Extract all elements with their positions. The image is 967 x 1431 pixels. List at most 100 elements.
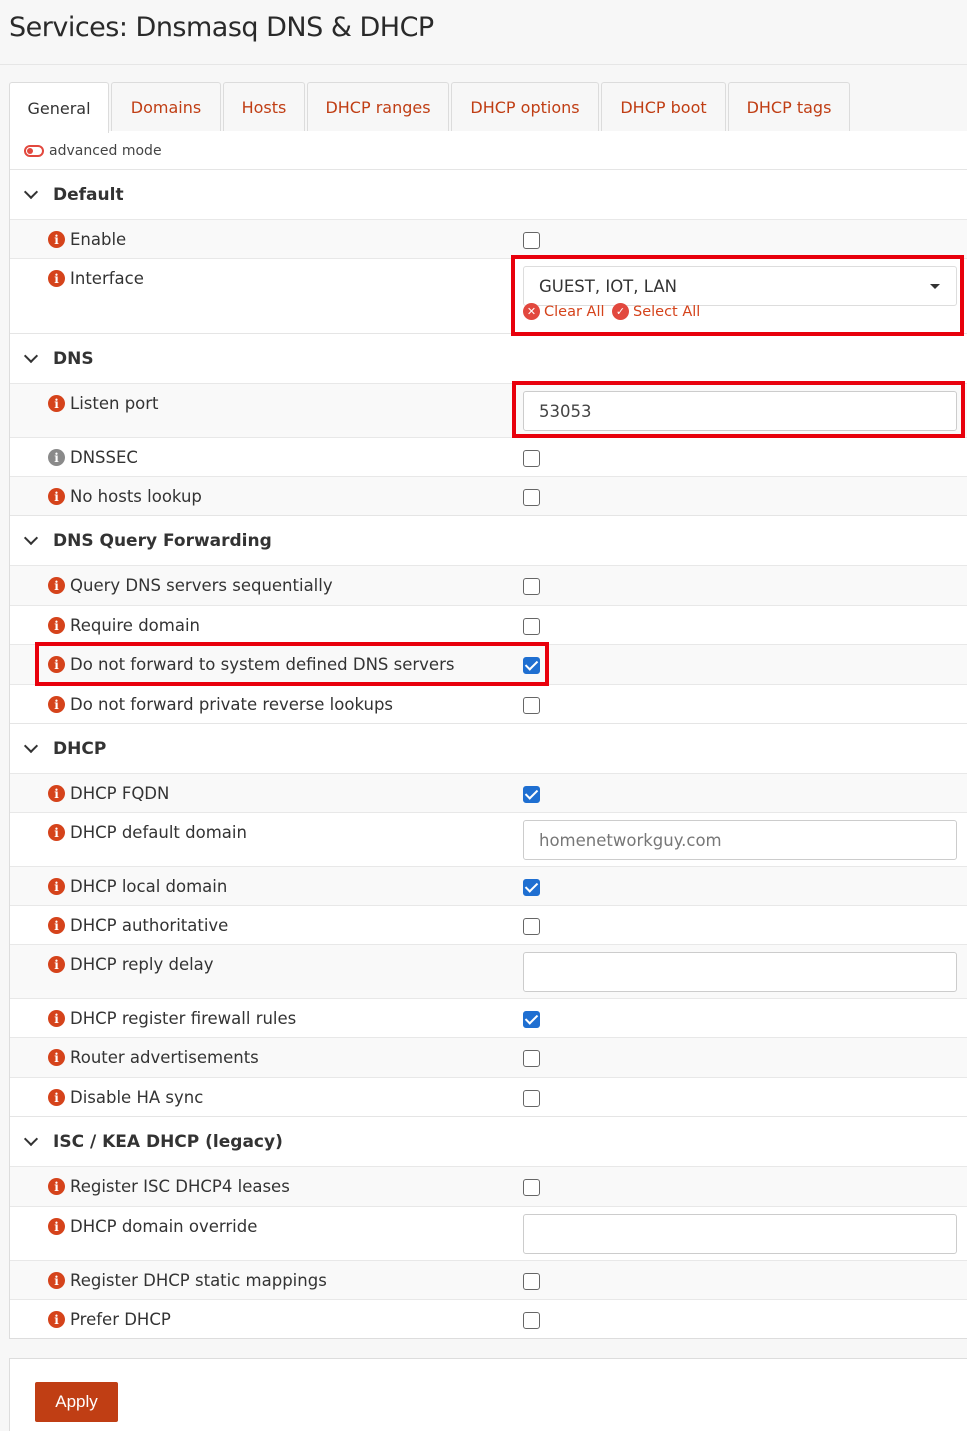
info-icon[interactable]: i bbox=[48, 449, 65, 466]
sequential-checkbox[interactable] bbox=[523, 578, 540, 595]
row-listen-port: i Listen port 53053 bbox=[10, 383, 967, 437]
require-domain-label: Require domain bbox=[70, 616, 201, 635]
check-circle-icon: ✓ bbox=[612, 303, 629, 320]
section-title: DNS Query Forwarding bbox=[53, 530, 272, 551]
clear-icon: ✕ bbox=[523, 303, 540, 320]
info-icon[interactable]: i bbox=[48, 1311, 65, 1328]
chevron-down-icon bbox=[24, 1135, 38, 1149]
advanced-mode-toggle[interactable]: advanced mode bbox=[24, 143, 162, 159]
info-icon[interactable]: i bbox=[48, 917, 65, 934]
domain-override-label: DHCP domain override bbox=[70, 1217, 258, 1236]
dnssec-checkbox[interactable] bbox=[523, 450, 540, 467]
listen-port-input[interactable]: 53053 bbox=[523, 391, 957, 431]
dhcp-reply-delay-input[interactable] bbox=[523, 952, 957, 992]
section-title: DNS bbox=[53, 348, 94, 369]
info-icon[interactable]: i bbox=[48, 395, 65, 412]
info-icon[interactable]: i bbox=[48, 1010, 65, 1027]
interface-label: Interface bbox=[70, 269, 144, 288]
tab-general[interactable]: General bbox=[9, 82, 109, 133]
page-title: Services: Dnsmasq DNS & DHCP bbox=[9, 12, 434, 43]
row-interface: i Interface GUEST, IOT, LAN ✕ Clear All ✓ S… bbox=[10, 258, 967, 333]
select-all-link[interactable]: ✓ Select All bbox=[612, 303, 700, 320]
info-icon[interactable]: i bbox=[48, 785, 65, 802]
info-icon[interactable]: i bbox=[48, 1089, 65, 1106]
dhcp-firewall-rules-checkbox[interactable] bbox=[523, 1011, 540, 1028]
section-title: ISC / KEA DHCP (legacy) bbox=[53, 1131, 283, 1152]
static-mappings-label: Register DHCP static mappings bbox=[70, 1271, 327, 1290]
info-icon[interactable]: i bbox=[48, 1218, 65, 1235]
row-dhcp-authoritative: i DHCP authoritative bbox=[10, 905, 967, 944]
info-icon[interactable]: i bbox=[48, 824, 65, 841]
row-ha-sync: i Disable HA sync bbox=[10, 1077, 967, 1116]
dhcp-authoritative-label: DHCP authoritative bbox=[70, 916, 229, 935]
info-icon[interactable]: i bbox=[48, 617, 65, 634]
section-forwarding-header[interactable]: DNS Query Forwarding bbox=[10, 515, 967, 565]
info-icon[interactable]: i bbox=[48, 270, 65, 287]
info-icon[interactable]: i bbox=[48, 231, 65, 248]
dhcp-firewall-rules-label: DHCP register firewall rules bbox=[70, 1009, 297, 1028]
no-hosts-checkbox[interactable] bbox=[523, 489, 540, 506]
row-no-hosts: i No hosts lookup bbox=[10, 476, 967, 515]
apply-button[interactable]: Apply bbox=[35, 1382, 118, 1422]
info-icon[interactable]: i bbox=[48, 696, 65, 713]
info-icon[interactable]: i bbox=[48, 878, 65, 895]
tab-domains[interactable]: Domains bbox=[111, 82, 221, 132]
row-require-domain: i Require domain bbox=[10, 605, 967, 644]
no-system-dns-checkbox[interactable] bbox=[523, 657, 540, 674]
info-icon[interactable]: i bbox=[48, 1272, 65, 1289]
info-icon[interactable]: i bbox=[48, 1178, 65, 1195]
chevron-down-icon bbox=[24, 534, 38, 548]
section-default-header[interactable]: Default bbox=[10, 169, 967, 219]
require-domain-checkbox[interactable] bbox=[523, 618, 540, 635]
enable-checkbox[interactable] bbox=[523, 232, 540, 249]
dhcp-authoritative-checkbox[interactable] bbox=[523, 918, 540, 935]
enable-label: Enable bbox=[70, 230, 127, 249]
row-dhcp-reply-delay: i DHCP reply delay bbox=[10, 944, 967, 998]
info-icon[interactable]: i bbox=[48, 656, 65, 673]
interface-select[interactable]: GUEST, IOT, LAN bbox=[523, 266, 957, 306]
section-dhcp-header[interactable]: DHCP bbox=[10, 723, 967, 773]
advanced-mode-label: advanced mode bbox=[49, 143, 162, 159]
dhcp-local-domain-checkbox[interactable] bbox=[523, 879, 540, 896]
interface-select-value: GUEST, IOT, LAN bbox=[539, 276, 677, 296]
dhcp-local-domain-label: DHCP local domain bbox=[70, 877, 228, 896]
dhcp-default-domain-input[interactable]: homenetworkguy.com bbox=[523, 820, 957, 860]
chevron-down-icon bbox=[24, 352, 38, 366]
no-private-reverse-label: Do not forward private reverse lookups bbox=[70, 695, 394, 714]
row-no-system-dns: i Do not forward to system defined DNS se… bbox=[10, 644, 967, 684]
row-router-adv: i Router advertisements bbox=[10, 1037, 967, 1077]
info-icon[interactable]: i bbox=[48, 956, 65, 973]
select-all-label: Select All bbox=[633, 303, 701, 320]
tab-dhcp-boot[interactable]: DHCP boot bbox=[601, 82, 726, 132]
section-dns-header[interactable]: DNS bbox=[10, 333, 967, 383]
section-title: DHCP bbox=[53, 738, 107, 759]
info-icon[interactable]: i bbox=[48, 1049, 65, 1066]
dhcp-fqdn-checkbox[interactable] bbox=[523, 786, 540, 803]
info-icon[interactable]: i bbox=[48, 488, 65, 505]
row-dhcp-firewall-rules: i DHCP register firewall rules bbox=[10, 998, 967, 1037]
title-divider bbox=[0, 64, 967, 65]
static-mappings-checkbox[interactable] bbox=[523, 1273, 540, 1290]
clear-all-link[interactable]: ✕ Clear All bbox=[523, 303, 605, 320]
domain-override-input[interactable] bbox=[523, 1214, 957, 1254]
ha-sync-checkbox[interactable] bbox=[523, 1090, 540, 1107]
info-icon[interactable]: i bbox=[48, 577, 65, 594]
row-dnssec: i DNSSEC bbox=[10, 437, 967, 476]
register-leases-checkbox[interactable] bbox=[523, 1179, 540, 1196]
section-isc-header[interactable]: ISC / KEA DHCP (legacy) bbox=[10, 1116, 967, 1166]
tab-dhcp-options[interactable]: DHCP options bbox=[451, 82, 599, 132]
router-adv-checkbox[interactable] bbox=[523, 1050, 540, 1067]
row-register-leases: i Register ISC DHCP4 leases bbox=[10, 1166, 967, 1206]
caret-down-icon bbox=[930, 284, 940, 289]
tab-dhcp-tags[interactable]: DHCP tags bbox=[728, 82, 850, 132]
no-private-reverse-checkbox[interactable] bbox=[523, 697, 540, 714]
tab-dhcp-ranges[interactable]: DHCP ranges bbox=[307, 82, 449, 132]
no-hosts-label: No hosts lookup bbox=[70, 487, 202, 506]
prefer-dhcp-checkbox[interactable] bbox=[523, 1312, 540, 1329]
no-system-dns-label: Do not forward to system defined DNS ser… bbox=[70, 655, 455, 674]
dnssec-label: DNSSEC bbox=[70, 448, 138, 467]
row-no-private-reverse: i Do not forward private reverse lookups bbox=[10, 684, 967, 723]
toggle-off-icon[interactable] bbox=[24, 145, 44, 157]
chevron-down-icon bbox=[24, 188, 38, 202]
tab-hosts[interactable]: Hosts bbox=[223, 82, 305, 132]
